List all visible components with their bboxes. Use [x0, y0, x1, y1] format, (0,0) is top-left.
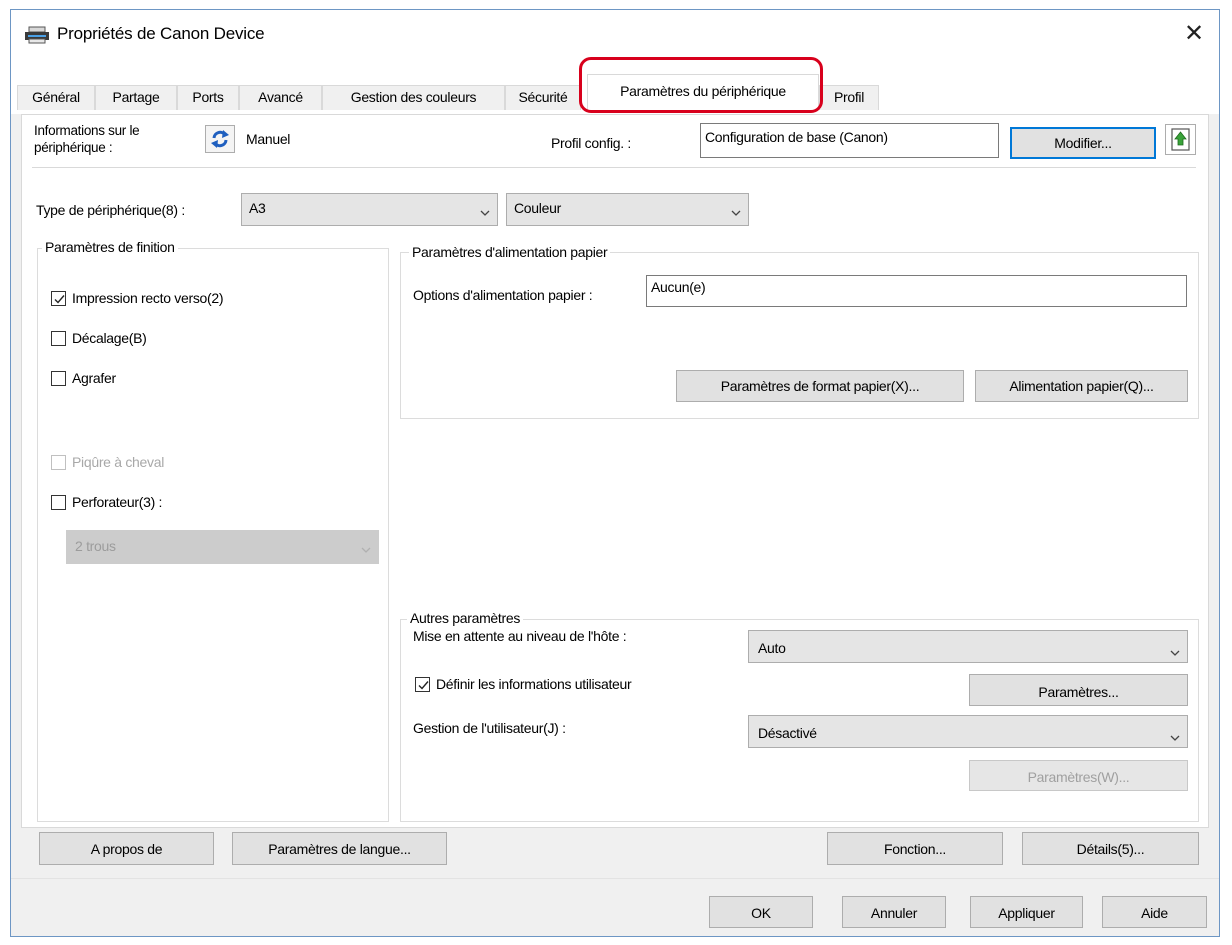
tab-color-management[interactable]: Gestion des couleurs — [322, 85, 505, 110]
cancel-button[interactable]: Annuler — [842, 896, 946, 928]
footer-separator — [11, 878, 1219, 879]
finishing-title: Paramètres de finition — [42, 239, 178, 255]
language-settings-button[interactable]: Paramètres de langue... — [232, 832, 447, 865]
device-type-label: Type de périphérique(8) : — [36, 202, 185, 218]
device-info-label-line2: périphérique : — [34, 140, 113, 155]
refresh-icon — [206, 130, 234, 156]
spool-select[interactable]: Auto — [748, 630, 1188, 663]
function-button[interactable]: Fonction... — [827, 832, 1003, 865]
about-button[interactable]: A propos de — [39, 832, 214, 865]
apply-button[interactable]: Appliquer — [970, 896, 1083, 928]
user-management-value: Désactivé — [758, 725, 817, 741]
chevron-down-icon — [1170, 729, 1180, 741]
device-settings-panel: Informations sur le périphérique : Manue… — [21, 114, 1209, 828]
spool-label: Mise en attente au niveau de l'hôte : — [413, 628, 627, 644]
offset-label: Décalage(B) — [72, 330, 147, 346]
user-management-select[interactable]: Désactivé — [748, 715, 1188, 748]
device-size-value: A3 — [249, 200, 266, 216]
tab-profile[interactable]: Profil — [819, 85, 879, 110]
duplex-checkbox[interactable] — [51, 291, 66, 306]
punch-checkbox[interactable] — [51, 495, 66, 510]
refresh-button[interactable] — [205, 125, 235, 153]
close-icon[interactable]: ✕ — [1179, 19, 1209, 49]
tab-device-settings[interactable]: Paramètres du périphérique — [587, 74, 819, 110]
paper-source-options-field[interactable]: Aucun(e) — [646, 275, 1187, 307]
separator — [32, 167, 1196, 168]
tab-security[interactable]: Sécurité — [505, 85, 581, 110]
paper-source-options-label: Options d'alimentation papier : — [413, 287, 593, 303]
window-title: Propriétés de Canon Device — [57, 24, 265, 43]
duplex-label: Impression recto verso(2) — [72, 290, 224, 306]
chevron-down-icon — [480, 204, 490, 216]
other-settings-title: Autres paramètres — [407, 610, 524, 626]
user-info-checkbox[interactable] — [415, 677, 430, 692]
tab-ports[interactable]: Ports — [177, 85, 239, 110]
paper-source-title: Paramètres d'alimentation papier — [409, 244, 611, 260]
chevron-down-icon — [731, 204, 741, 216]
staple-checkbox[interactable] — [51, 371, 66, 386]
tab-advanced[interactable]: Avancé — [239, 85, 322, 110]
ok-button[interactable]: OK — [709, 896, 813, 928]
punch-select[interactable]: 2 trous — [66, 530, 379, 564]
chevron-down-icon — [361, 541, 371, 553]
tab-strip: Général Partage Ports Avancé Gestion des… — [11, 58, 1219, 114]
chevron-down-icon — [1170, 644, 1180, 656]
printer-icon — [24, 26, 50, 44]
saddle-stitch-label: Piqûre à cheval — [72, 454, 165, 470]
paper-format-button[interactable]: Paramètres de format papier(X)... — [676, 370, 964, 402]
export-button[interactable] — [1165, 124, 1196, 155]
title-bar: Propriétés de Canon Device ✕ — [11, 10, 1219, 58]
offset-checkbox[interactable] — [51, 331, 66, 346]
user-info-settings-button[interactable]: Paramètres... — [969, 674, 1188, 706]
device-info-mode: Manuel — [246, 131, 291, 147]
help-button[interactable]: Aide — [1102, 896, 1207, 928]
user-info-label: Définir les informations utilisateur — [436, 676, 632, 692]
tab-general[interactable]: Général — [17, 85, 95, 110]
device-color-select[interactable]: Couleur — [506, 193, 749, 226]
tab-sharing[interactable]: Partage — [95, 85, 177, 110]
device-color-value: Couleur — [514, 200, 561, 216]
device-info-label-line1: Informations sur le — [34, 123, 140, 138]
punch-value: 2 trous — [75, 538, 116, 554]
user-management-settings-button[interactable]: Paramètres(W)... — [969, 760, 1188, 791]
punch-label: Perforateur(3) : — [72, 494, 163, 510]
saddle-stitch-checkbox[interactable] — [51, 455, 66, 470]
device-size-select[interactable]: A3 — [241, 193, 498, 226]
device-info-label: Informations sur le périphérique : — [34, 122, 140, 156]
user-management-label: Gestion de l'utilisateur(J) : — [413, 720, 566, 736]
properties-window: Propriétés de Canon Device ✕ Général Par… — [10, 9, 1220, 937]
profile-label: Profil config. : — [551, 135, 632, 151]
staple-label: Agrafer — [72, 370, 116, 386]
upload-icon — [1166, 128, 1195, 158]
modify-button[interactable]: Modifier... — [1010, 127, 1156, 159]
spool-value: Auto — [758, 640, 786, 656]
paper-feed-button[interactable]: Alimentation papier(Q)... — [975, 370, 1188, 402]
details-button[interactable]: Détails(5)... — [1022, 832, 1199, 865]
profile-field[interactable]: Configuration de base (Canon) — [700, 123, 999, 158]
